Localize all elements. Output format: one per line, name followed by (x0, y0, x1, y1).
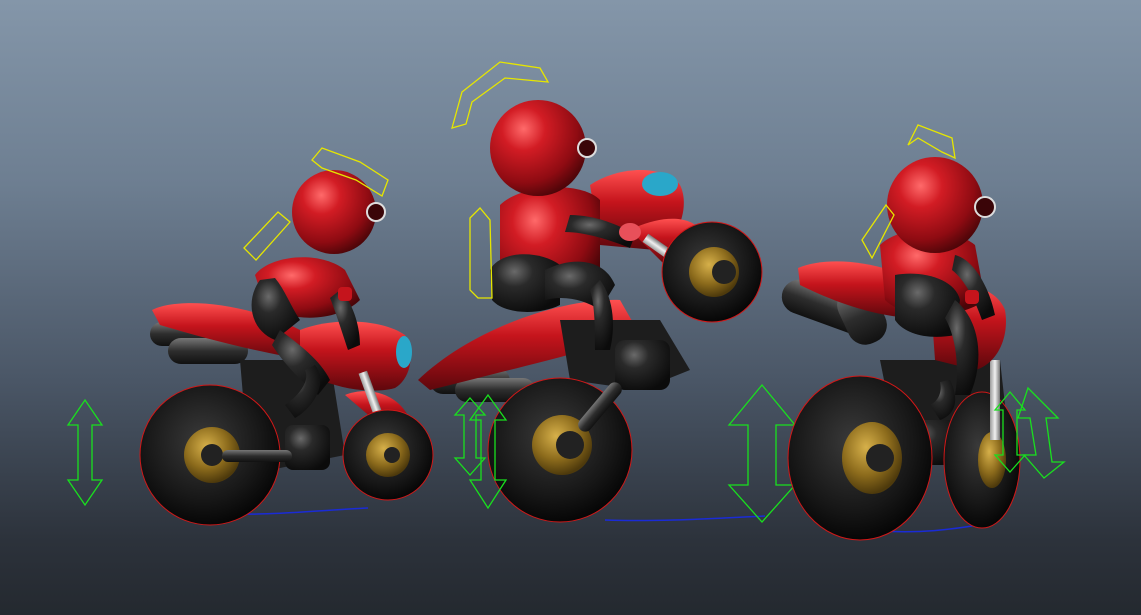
head-arc-control-icon (469, 207, 493, 299)
suspension-arrow-control-icon[interactable] (66, 398, 104, 507)
engine-cover (285, 425, 330, 470)
front-fork (990, 360, 1000, 440)
headlight (642, 172, 678, 196)
headlight (396, 336, 412, 368)
helmet-visor (366, 202, 386, 222)
suspension-arrow-control-icon[interactable] (1017, 386, 1066, 479)
rider-helmet (490, 100, 586, 196)
swing-arm (222, 450, 292, 462)
head-arc-control-icon (243, 211, 291, 261)
rider-bike-right[interactable] (777, 124, 1066, 541)
rider-bike-center[interactable] (418, 61, 797, 523)
helmet-visor (974, 196, 996, 218)
ground-path-curve-icon (604, 515, 766, 522)
rider-helmet (887, 157, 983, 253)
rider-helmet (292, 170, 376, 254)
3d-viewport[interactable] (0, 0, 1141, 615)
rider-bike-left[interactable] (66, 147, 434, 526)
engine-cover (615, 340, 670, 390)
scene-canvas (66, 61, 1066, 541)
head-arc-control-icon (907, 124, 956, 160)
front-rim (978, 432, 1006, 488)
suspension-arrow-control-icon[interactable] (727, 383, 797, 523)
helmet-visor (577, 138, 597, 158)
